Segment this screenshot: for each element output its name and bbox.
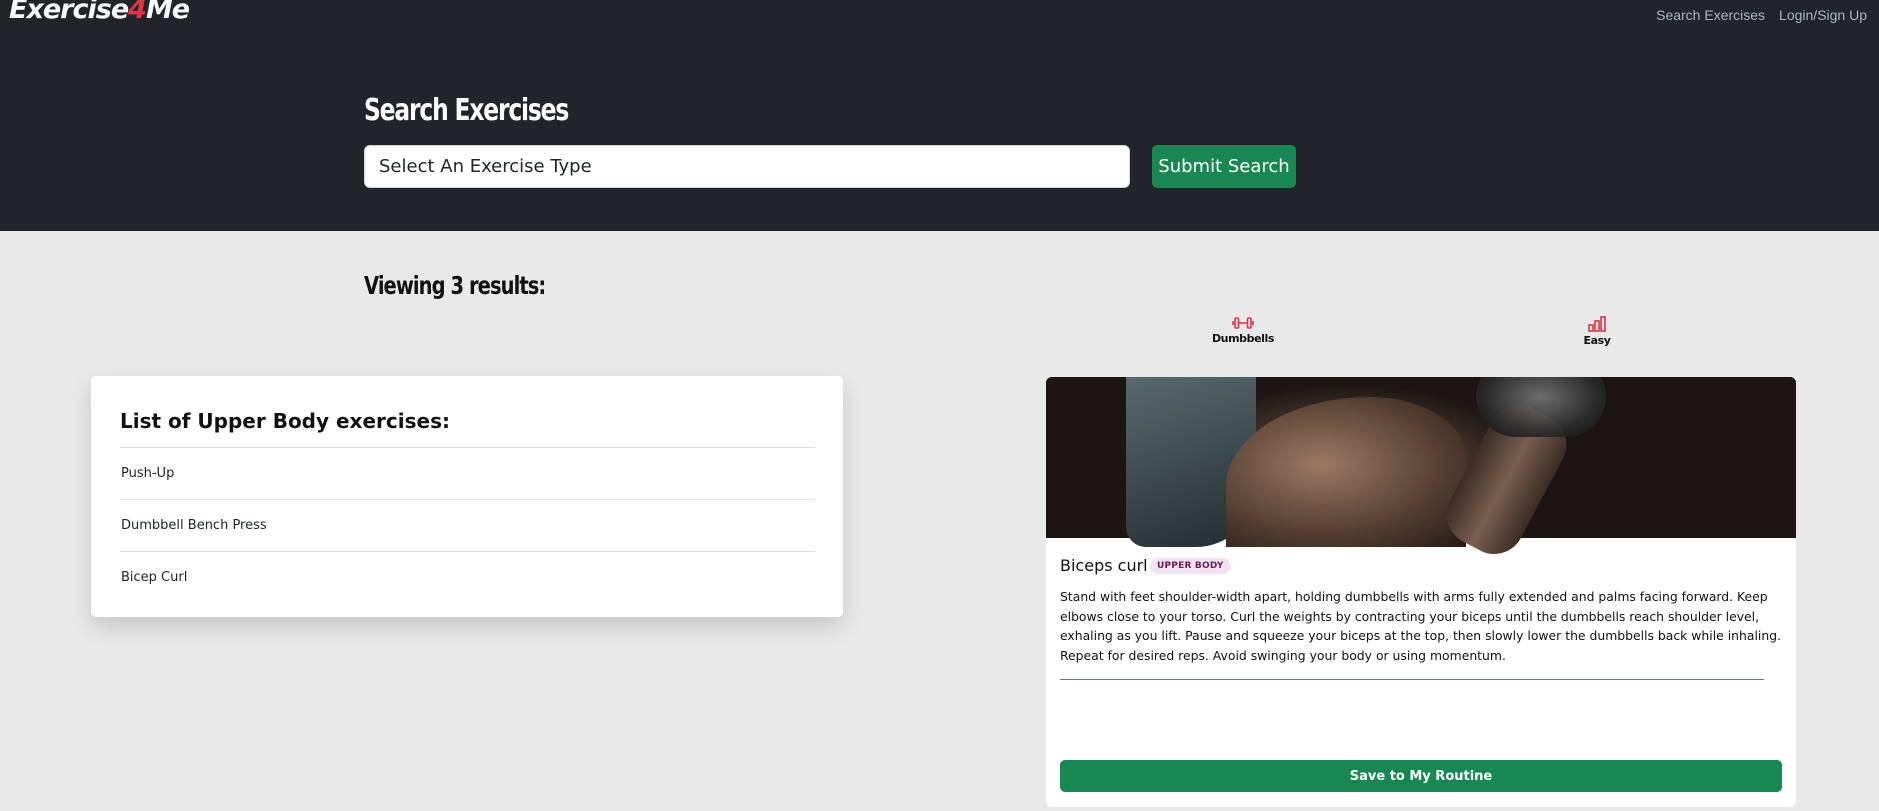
exercise-card: Biceps curl UPPER BODY Stand with feet s… bbox=[1046, 377, 1796, 807]
exercise-image bbox=[1046, 377, 1796, 565]
category-badge: UPPER BODY bbox=[1150, 558, 1231, 574]
exercise-list: Push-Up Dumbbell Bench Press Bicep Curl bbox=[120, 447, 815, 603]
list-item[interactable]: Bicep Curl bbox=[120, 551, 815, 603]
exercise-list-title: List of Upper Body exercises: bbox=[120, 409, 450, 433]
brand-logo[interactable]: Exercise4Me bbox=[9, 0, 190, 25]
save-to-routine-button[interactable]: Save to My Routine bbox=[1060, 760, 1782, 792]
search-title: Search Exercises bbox=[364, 93, 569, 128]
submit-search-button[interactable]: Submit Search bbox=[1152, 145, 1296, 188]
brand-name-accent: 4 bbox=[128, 0, 147, 25]
exercise-type-select[interactable]: Select An Exercise Type bbox=[364, 145, 1130, 188]
equipment-info: Dumbbells bbox=[1183, 316, 1303, 345]
exercise-type-select-value: Select An Exercise Type bbox=[379, 156, 592, 177]
exercise-name: Biceps curl bbox=[1060, 556, 1148, 575]
bar-chart-icon bbox=[1588, 316, 1606, 332]
results-heading: Viewing 3 results: bbox=[364, 271, 546, 300]
exercise-list-card: List of Upper Body exercises: Push-Up Du… bbox=[91, 376, 843, 617]
page-header: Exercise4Me Search Exercises Login/Sign … bbox=[0, 0, 1879, 231]
difficulty-info: Easy bbox=[1537, 316, 1657, 347]
list-item[interactable]: Push-Up bbox=[120, 447, 815, 499]
nav-search-exercises[interactable]: Search Exercises bbox=[1656, 7, 1765, 23]
divider bbox=[1060, 679, 1764, 680]
top-nav: Search Exercises Login/Sign Up bbox=[1656, 7, 1867, 23]
difficulty-label: Easy bbox=[1583, 334, 1611, 347]
brand-name-part1: Exercise bbox=[9, 0, 129, 25]
nav-login-signup[interactable]: Login/Sign Up bbox=[1779, 7, 1867, 23]
exercise-description: Stand with feet shoulder-width apart, ho… bbox=[1060, 589, 1782, 663]
dumbbell-icon bbox=[1232, 317, 1254, 329]
brand-name-part2: Me bbox=[145, 0, 190, 25]
equipment-label: Dumbbells bbox=[1211, 332, 1275, 345]
list-item[interactable]: Dumbbell Bench Press bbox=[120, 499, 815, 551]
